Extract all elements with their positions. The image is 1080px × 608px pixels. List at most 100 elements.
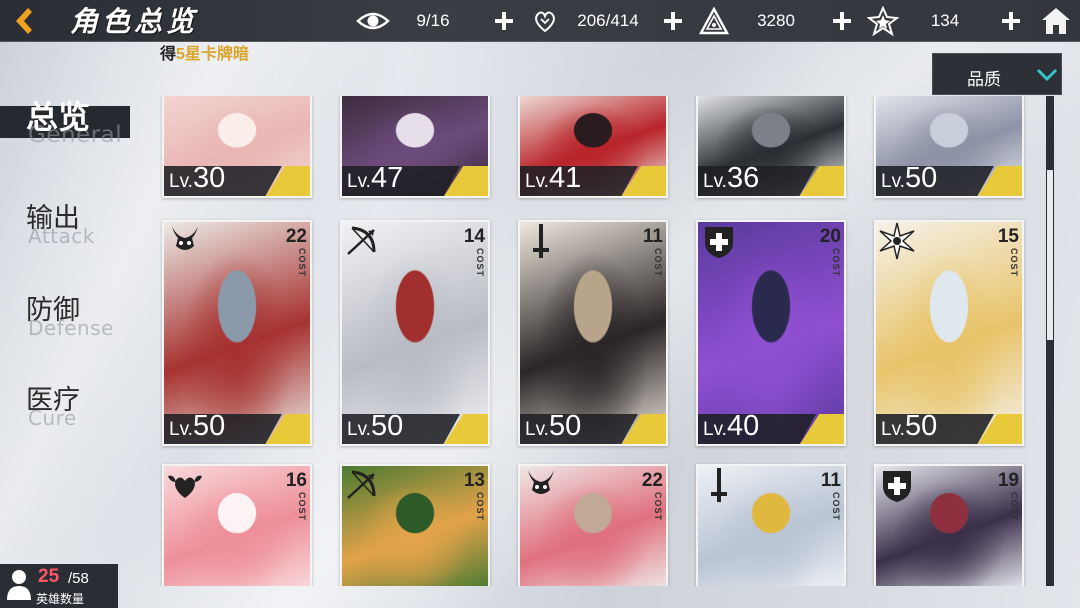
ticker-text: 得5星卡牌暗: [160, 44, 249, 66]
plus-icon: [833, 12, 851, 30]
resource-vision-value: 9/16: [416, 11, 450, 30]
home-icon: [1042, 8, 1070, 34]
hero-level: Lv.50: [347, 410, 404, 442]
level-bar: Lv.50: [164, 410, 310, 444]
hero-cost: 11: [642, 226, 663, 247]
level-bar: Lv.40: [698, 410, 844, 444]
eye-icon: [356, 4, 390, 38]
hero-count-panel: 25 /58 英雄数量: [0, 564, 118, 608]
hero-level: Lv.36: [703, 162, 760, 194]
resource-star: 134: [866, 0, 990, 42]
hero-cost: 15: [997, 226, 1019, 247]
add-vision-button[interactable]: [491, 8, 517, 34]
nav-tab-general[interactable]: General 总览: [0, 0, 140, 160]
level-bar: Lv.36: [698, 162, 844, 196]
hero-card-grid[interactable]: Lv.30 Lv.47 Lv.41 Lv.36 Lv.50 22 COST Lv.50 14 CO…: [160, 96, 1032, 586]
hero-level: Lv.50: [881, 410, 938, 442]
hero-cost: 16: [285, 470, 307, 491]
level-bar: Lv.50: [342, 410, 488, 444]
cost-label: COST: [1009, 492, 1019, 522]
plus-icon: [664, 12, 682, 30]
sword-icon: [533, 224, 549, 258]
resource-crest-value: 3280: [757, 11, 795, 30]
nav-tab-cure[interactable]: 医疗 Cure: [0, 374, 140, 436]
cost-label: COST: [297, 492, 307, 522]
hero-cost: 11: [820, 470, 841, 491]
cost-label: COST: [653, 492, 663, 522]
hero-card[interactable]: 13 COST: [340, 464, 490, 586]
bow-icon: [347, 470, 376, 499]
hero-cost: 22: [641, 470, 663, 491]
hero-card[interactable]: 14 COST Lv.50: [340, 220, 490, 446]
hero-card[interactable]: 19 COST: [874, 464, 1024, 586]
demon-horn-icon: [172, 226, 198, 250]
nav-tab-attack[interactable]: 输出 Attack: [0, 190, 140, 252]
hero-level: Lv.30: [169, 162, 226, 194]
cost-label: COST: [1009, 248, 1019, 278]
hero-card[interactable]: 11 COST: [696, 464, 846, 586]
heart-wings-icon: [168, 475, 202, 498]
ticker-prefix: 得: [160, 46, 177, 63]
sword-icon: [711, 468, 727, 502]
hero-level: Lv.41: [525, 162, 582, 194]
hero-card[interactable]: 16 COST: [162, 464, 312, 586]
hero-level: Lv.50: [525, 410, 582, 442]
level-bar: Lv.50: [876, 410, 1022, 444]
hero-card[interactable]: Lv.47: [340, 96, 490, 198]
level-bar: Lv.30: [164, 162, 310, 196]
hero-level: Lv.50: [881, 162, 938, 194]
bow-icon: [347, 226, 376, 255]
hero-card[interactable]: 11 COST Lv.50: [518, 220, 668, 446]
nav-tab-defense-en: Defense: [28, 316, 114, 340]
hero-cost: 19: [997, 470, 1019, 491]
hero-level: Lv.50: [169, 410, 226, 442]
add-hearts-button[interactable]: [660, 8, 686, 34]
person-icon: [7, 570, 31, 600]
home-button[interactable]: [1036, 2, 1076, 40]
hero-card[interactable]: 15 COST Lv.50: [874, 220, 1024, 446]
level-bar: Lv.50: [876, 162, 1022, 196]
hero-count-max: /58: [68, 570, 89, 587]
level-bar: Lv.50: [520, 410, 666, 444]
shield-icon: [883, 471, 911, 502]
add-star-button[interactable]: [998, 8, 1024, 34]
ticker-highlight: 5星卡牌暗: [176, 46, 249, 63]
cost-label: COST: [297, 248, 307, 278]
cost-label: COST: [831, 492, 841, 522]
level-bar: Lv.41: [520, 162, 666, 196]
star-burst-icon: [879, 222, 915, 260]
nav-tab-defense[interactable]: 防御 Defense: [0, 284, 140, 346]
hero-cost: 22: [285, 226, 307, 247]
hero-card[interactable]: Lv.50: [874, 96, 1024, 198]
resource-crest: 3280: [697, 0, 821, 42]
quality-filter-dropdown[interactable]: 品质: [932, 53, 1062, 95]
hero-card[interactable]: Lv.30: [162, 96, 312, 198]
top-bar: 角色总览 9/16 206/414 3280 134: [0, 0, 1080, 42]
plus-icon: [495, 12, 513, 30]
hero-card[interactable]: Lv.41: [518, 96, 668, 198]
scrollbar-thumb[interactable]: [1047, 170, 1053, 340]
star-shard-icon: [866, 4, 900, 38]
resource-hearts-value: 206/414: [577, 11, 639, 30]
cost-label: COST: [475, 248, 485, 278]
cost-label: COST: [653, 248, 663, 278]
hero-level: Lv.47: [347, 162, 404, 194]
heart-hand-icon: [528, 4, 562, 38]
hero-level: Lv.40: [703, 410, 760, 442]
quality-filter-label: 品质: [967, 70, 1001, 89]
hero-card[interactable]: 22 COST Lv.50: [162, 220, 312, 446]
hero-cost: 20: [819, 226, 841, 247]
cost-label: COST: [831, 248, 841, 278]
nav-tab-cure-en: Cure: [28, 406, 77, 430]
add-crest-button[interactable]: [829, 8, 855, 34]
hero-card[interactable]: 22 COST: [518, 464, 668, 586]
hero-count-current: 25: [38, 566, 60, 587]
plus-icon: [1002, 12, 1020, 30]
resource-vision: 9/16: [356, 0, 476, 42]
nav-tab-attack-en: Attack: [28, 224, 95, 248]
hero-cost: 13: [463, 470, 485, 491]
hero-card[interactable]: Lv.36: [696, 96, 846, 198]
hero-card[interactable]: 20 COST Lv.40: [696, 220, 846, 446]
resource-star-value: 134: [930, 11, 960, 30]
triangle-crest-icon: [697, 4, 731, 38]
